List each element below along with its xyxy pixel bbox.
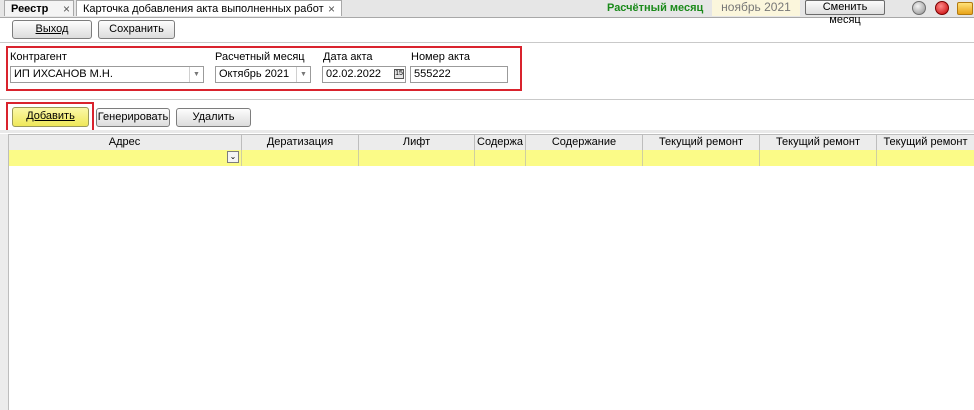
column-header-current-repair-3[interactable]: Текущий ремонт (877, 135, 974, 150)
address-cell[interactable]: ⌄ (8, 150, 242, 166)
exit-button-label: Выход (35, 23, 69, 35)
billing-month-select[interactable]: Октябрь 2021 ▼ (215, 66, 311, 83)
tab-registry[interactable]: Реестр × (4, 0, 74, 16)
contractor-value: ИП ИХСАНОВ М.Н. (14, 68, 113, 80)
billing-month-field-label: Расчетный месяц (215, 51, 305, 63)
table-row[interactable]: ⌄ (8, 150, 974, 166)
column-header-elevator[interactable]: Лифт (359, 135, 475, 150)
column-header-address[interactable]: Адрес (8, 135, 242, 150)
divider (0, 130, 974, 133)
row-indicator-column (0, 134, 9, 410)
table-cell[interactable] (643, 150, 760, 166)
calendar-icon[interactable]: 15 (394, 69, 404, 79)
gear-icon[interactable] (912, 1, 926, 15)
act-number-field[interactable]: 555222 (410, 66, 508, 83)
table-cell[interactable] (877, 150, 974, 166)
column-header-maintenance-short[interactable]: Содержа (475, 135, 526, 150)
billing-month-label: Расчётный месяц (607, 2, 704, 14)
table-cell[interactable] (359, 150, 475, 166)
chevron-down-icon[interactable]: ⌄ (227, 151, 239, 163)
act-number-label: Номер акта (411, 51, 471, 63)
generate-button[interactable]: Генерировать (96, 108, 170, 127)
grid-header: Адрес Дератизация Лифт Содержа Содержани… (8, 134, 974, 151)
add-button[interactable]: Добавить (12, 107, 89, 127)
close-icon[interactable] (935, 1, 949, 15)
chevron-down-icon[interactable]: ▼ (296, 67, 310, 82)
add-button-label: Добавить (26, 110, 75, 122)
divider (0, 99, 974, 100)
table-cell[interactable] (760, 150, 877, 166)
billing-month-select-value: Октябрь 2021 (219, 68, 290, 80)
act-date-label: Дата акта (323, 51, 373, 63)
column-header-current-repair-2[interactable]: Текущий ремонт (760, 135, 877, 150)
contractor-label: Контрагент (10, 51, 67, 63)
table-cell[interactable] (475, 150, 526, 166)
tab-registry-label: Реестр (11, 3, 49, 15)
act-date-field[interactable]: 02.02.2022 15 (322, 66, 406, 83)
change-month-button[interactable]: Сменить месяц (805, 0, 885, 26)
column-header-current-repair-1[interactable]: Текущий ремонт (643, 135, 760, 150)
table-cell[interactable] (526, 150, 643, 166)
save-button[interactable]: Сохранить (98, 20, 175, 39)
divider (0, 42, 974, 43)
tab-act-card-label: Карточка добавления акта выполненных раб… (83, 3, 324, 15)
tab-registry-close-icon[interactable]: × (63, 1, 70, 17)
tab-act-card-close-icon[interactable]: × (328, 1, 335, 17)
contractor-select[interactable]: ИП ИХСАНОВ М.Н. ▼ (10, 66, 204, 83)
column-header-maintenance[interactable]: Содержание (526, 135, 643, 150)
act-date-value: 02.02.2022 (326, 68, 382, 80)
billing-month-value: ноябрь 2021 (712, 0, 800, 16)
exit-button[interactable]: Выход (12, 20, 92, 39)
tab-act-card[interactable]: Карточка добавления акта выполненных раб… (76, 0, 342, 16)
column-header-deratization[interactable]: Дератизация (242, 135, 359, 150)
table-cell[interactable] (242, 150, 359, 166)
delete-button[interactable]: Удалить (176, 108, 251, 127)
mail-icon[interactable] (957, 2, 973, 15)
chevron-down-icon[interactable]: ▼ (189, 67, 203, 82)
